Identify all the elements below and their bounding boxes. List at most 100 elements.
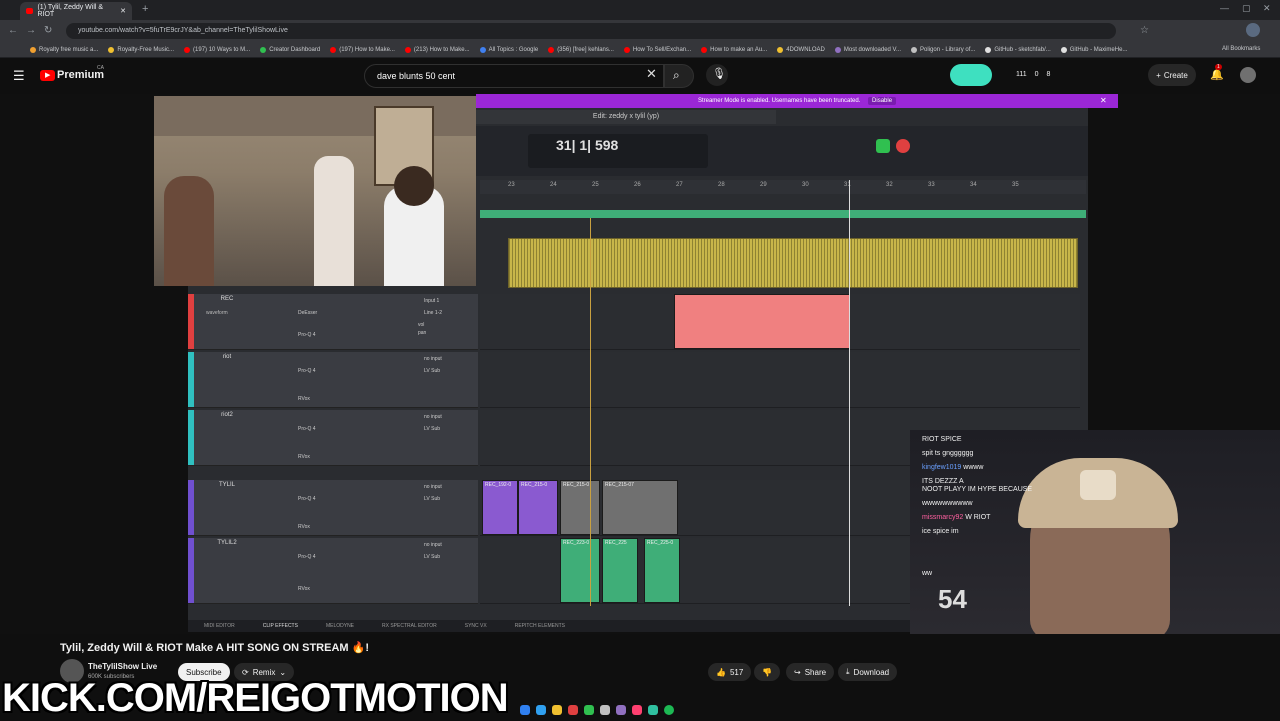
minimize-icon[interactable]: — bbox=[1220, 3, 1229, 13]
reload-icon[interactable]: ↻ bbox=[44, 25, 52, 36]
bookmark-item[interactable]: GitHub - MaximeHe... bbox=[1060, 46, 1127, 53]
track-name[interactable]: riot bbox=[202, 354, 252, 360]
input-select[interactable]: no input bbox=[424, 356, 442, 362]
tab-clip-effects[interactable]: CLIP EFFECTS bbox=[263, 623, 298, 629]
output-select[interactable]: LV Sub bbox=[424, 368, 440, 374]
plugin-slot[interactable]: Pro-Q 4 bbox=[298, 332, 316, 338]
plugin-slot[interactable]: DeEsser bbox=[298, 310, 317, 316]
taskbar-app-icon[interactable] bbox=[632, 705, 642, 715]
taskbar-app-icon[interactable] bbox=[648, 705, 658, 715]
record-button[interactable] bbox=[896, 139, 910, 153]
bookmark-item[interactable]: (197) How to Make... bbox=[330, 46, 395, 53]
taskbar-app-icon[interactable] bbox=[552, 705, 562, 715]
bookmark-item[interactable]: Royalty free music a... bbox=[30, 46, 98, 53]
close-tab-icon[interactable]: ✕ bbox=[120, 7, 126, 15]
track-rec[interactable]: REC waveform DeEsser Pro-Q 4 Input 1 Lin… bbox=[188, 294, 478, 350]
track-name[interactable]: REC bbox=[202, 296, 252, 302]
bookmark-item[interactable]: (197) 10 Ways to M... bbox=[184, 46, 250, 53]
dislike-button[interactable]: 👎 bbox=[754, 663, 780, 681]
playhead-line[interactable] bbox=[849, 180, 850, 606]
tab-melodyne[interactable]: MELODYNE bbox=[326, 623, 354, 629]
bookmark-item[interactable]: GitHub - sketchfab/... bbox=[985, 46, 1051, 53]
plugin-slot[interactable]: Pro-Q 4 bbox=[298, 496, 316, 502]
clear-search-icon[interactable]: ✕ bbox=[646, 66, 657, 82]
tab-midi-editor[interactable]: MIDI EDITOR bbox=[204, 623, 235, 629]
spotify-icon[interactable] bbox=[664, 705, 674, 715]
search-button[interactable]: ⌕ bbox=[664, 64, 694, 88]
output-select[interactable]: LV Sub bbox=[424, 496, 440, 502]
bookmark-item[interactable]: Poligon - Library of... bbox=[911, 46, 975, 53]
taskbar-app-icon[interactable] bbox=[616, 705, 626, 715]
taskbar-app-icon[interactable] bbox=[600, 705, 610, 715]
audio-clip[interactable]: REC_225-0 bbox=[644, 538, 680, 603]
plugin-slot[interactable]: Pro-Q 4 bbox=[298, 554, 316, 560]
share-button[interactable]: ↪ Share bbox=[786, 663, 835, 681]
like-button[interactable]: 👍 517 bbox=[708, 663, 752, 681]
track-name[interactable]: riot2 bbox=[202, 412, 252, 418]
profile-avatar[interactable] bbox=[1246, 23, 1260, 37]
beat-waveform-clip[interactable] bbox=[508, 238, 1078, 288]
extension-button[interactable] bbox=[950, 64, 992, 86]
all-bookmarks[interactable]: All Bookmarks bbox=[1222, 46, 1260, 52]
lane-riot[interactable] bbox=[480, 352, 1080, 408]
bookmark-item[interactable]: How to make an Au... bbox=[701, 46, 767, 53]
input-select[interactable]: no input bbox=[424, 484, 442, 490]
audio-clip[interactable]: REC_223-0 bbox=[560, 538, 600, 603]
output-select[interactable]: LV Sub bbox=[424, 426, 440, 432]
menu-icon[interactable]: ☰ bbox=[13, 68, 25, 84]
track-name[interactable]: TYLIL2 bbox=[202, 540, 252, 546]
bookmark-item[interactable]: (356) [free] kehlans... bbox=[548, 46, 614, 53]
back-icon[interactable]: ← bbox=[8, 25, 18, 36]
maximize-icon[interactable]: ▢ bbox=[1242, 3, 1251, 14]
forward-icon[interactable]: → bbox=[26, 25, 36, 36]
audio-clip[interactable]: REC_215-0 bbox=[560, 480, 600, 535]
tab-repitch-elements[interactable]: REPITCH ELEMENTS bbox=[515, 623, 565, 629]
taskbar-app-icon[interactable] bbox=[584, 705, 594, 715]
taskbar-app-icon[interactable] bbox=[568, 705, 578, 715]
tab-sync-vx[interactable]: SYNC VX bbox=[465, 623, 487, 629]
loop-range-bar[interactable] bbox=[480, 210, 1086, 218]
audio-clip[interactable]: REC_225 bbox=[602, 538, 638, 603]
track-name[interactable]: TYLIL bbox=[202, 482, 252, 488]
search-input[interactable]: dave blunts 50 cent bbox=[364, 64, 664, 88]
plugin-slot[interactable]: RVox bbox=[298, 586, 310, 592]
tab-rx-spectral-editor[interactable]: RX SPECTRAL EDITOR bbox=[382, 623, 437, 629]
taskbar-app-icon[interactable] bbox=[520, 705, 530, 715]
track-tylil2[interactable]: TYLIL2 Pro-Q 4 RVox no input LV Sub bbox=[188, 538, 478, 604]
channel-name[interactable]: TheTylilShow Live bbox=[88, 662, 157, 671]
input-select[interactable]: no input bbox=[424, 414, 442, 420]
play-button[interactable] bbox=[876, 139, 890, 153]
bookmark-item[interactable]: Royalty-Free Music... bbox=[108, 46, 174, 53]
taskbar-app-icon[interactable] bbox=[536, 705, 546, 715]
track-riot2[interactable]: riot2 Pro-Q 4 RVox no input LV Sub bbox=[188, 410, 478, 466]
timeline-ruler[interactable]: 23 24 25 26 27 28 29 30 31 32 33 34 35 bbox=[480, 180, 1086, 194]
bookmark-item[interactable]: (213) How to Make... bbox=[404, 46, 470, 53]
output-select[interactable]: Line 1-2 bbox=[424, 310, 442, 316]
disable-button[interactable]: Disable bbox=[868, 97, 897, 105]
output-select[interactable]: LV Sub bbox=[424, 554, 440, 560]
bookmark-item[interactable]: How To Sell/Exchan... bbox=[623, 46, 691, 53]
track-tylil[interactable]: TYLIL Pro-Q 4 RVox no input LV Sub bbox=[188, 480, 478, 536]
bookmark-item[interactable]: All Topics : Google bbox=[479, 46, 538, 53]
bookmark-item[interactable]: 4DOWNLOAD bbox=[777, 46, 825, 53]
url-field[interactable]: youtube.com/watch?v=5fuTrE9crJY&ab_chann… bbox=[66, 23, 1116, 39]
audio-clip[interactable]: REC_215-07 bbox=[602, 480, 678, 535]
bookmark-item[interactable]: Creator Dashboard bbox=[260, 46, 320, 53]
close-window-icon[interactable]: ✕ bbox=[1263, 3, 1271, 14]
create-button[interactable]: + Create bbox=[1148, 64, 1196, 86]
account-avatar[interactable] bbox=[1240, 67, 1256, 83]
lane-rec[interactable] bbox=[480, 294, 1080, 350]
recording-clip[interactable] bbox=[674, 294, 850, 349]
banner-close-icon[interactable]: ✕ bbox=[1100, 96, 1107, 105]
plugin-slot[interactable]: RVox bbox=[298, 524, 310, 530]
bookmark-item[interactable]: Most downloaded V... bbox=[834, 46, 901, 53]
track-riot[interactable]: riot Pro-Q 4 RVox no input LV Sub bbox=[188, 352, 478, 408]
new-tab-icon[interactable]: + bbox=[142, 3, 148, 15]
audio-clip[interactable]: REC_215-0 bbox=[518, 480, 558, 535]
browser-tab[interactable]: (1) Tylil, Zeddy Will & RIOT ✕ bbox=[20, 2, 132, 20]
input-select[interactable]: no input bbox=[424, 542, 442, 548]
plugin-slot[interactable]: RVox bbox=[298, 396, 310, 402]
plugin-slot[interactable]: RVox bbox=[298, 454, 310, 460]
audio-clip[interactable]: REC_192-0 bbox=[482, 480, 518, 535]
plugin-slot[interactable]: Pro-Q 4 bbox=[298, 426, 316, 432]
